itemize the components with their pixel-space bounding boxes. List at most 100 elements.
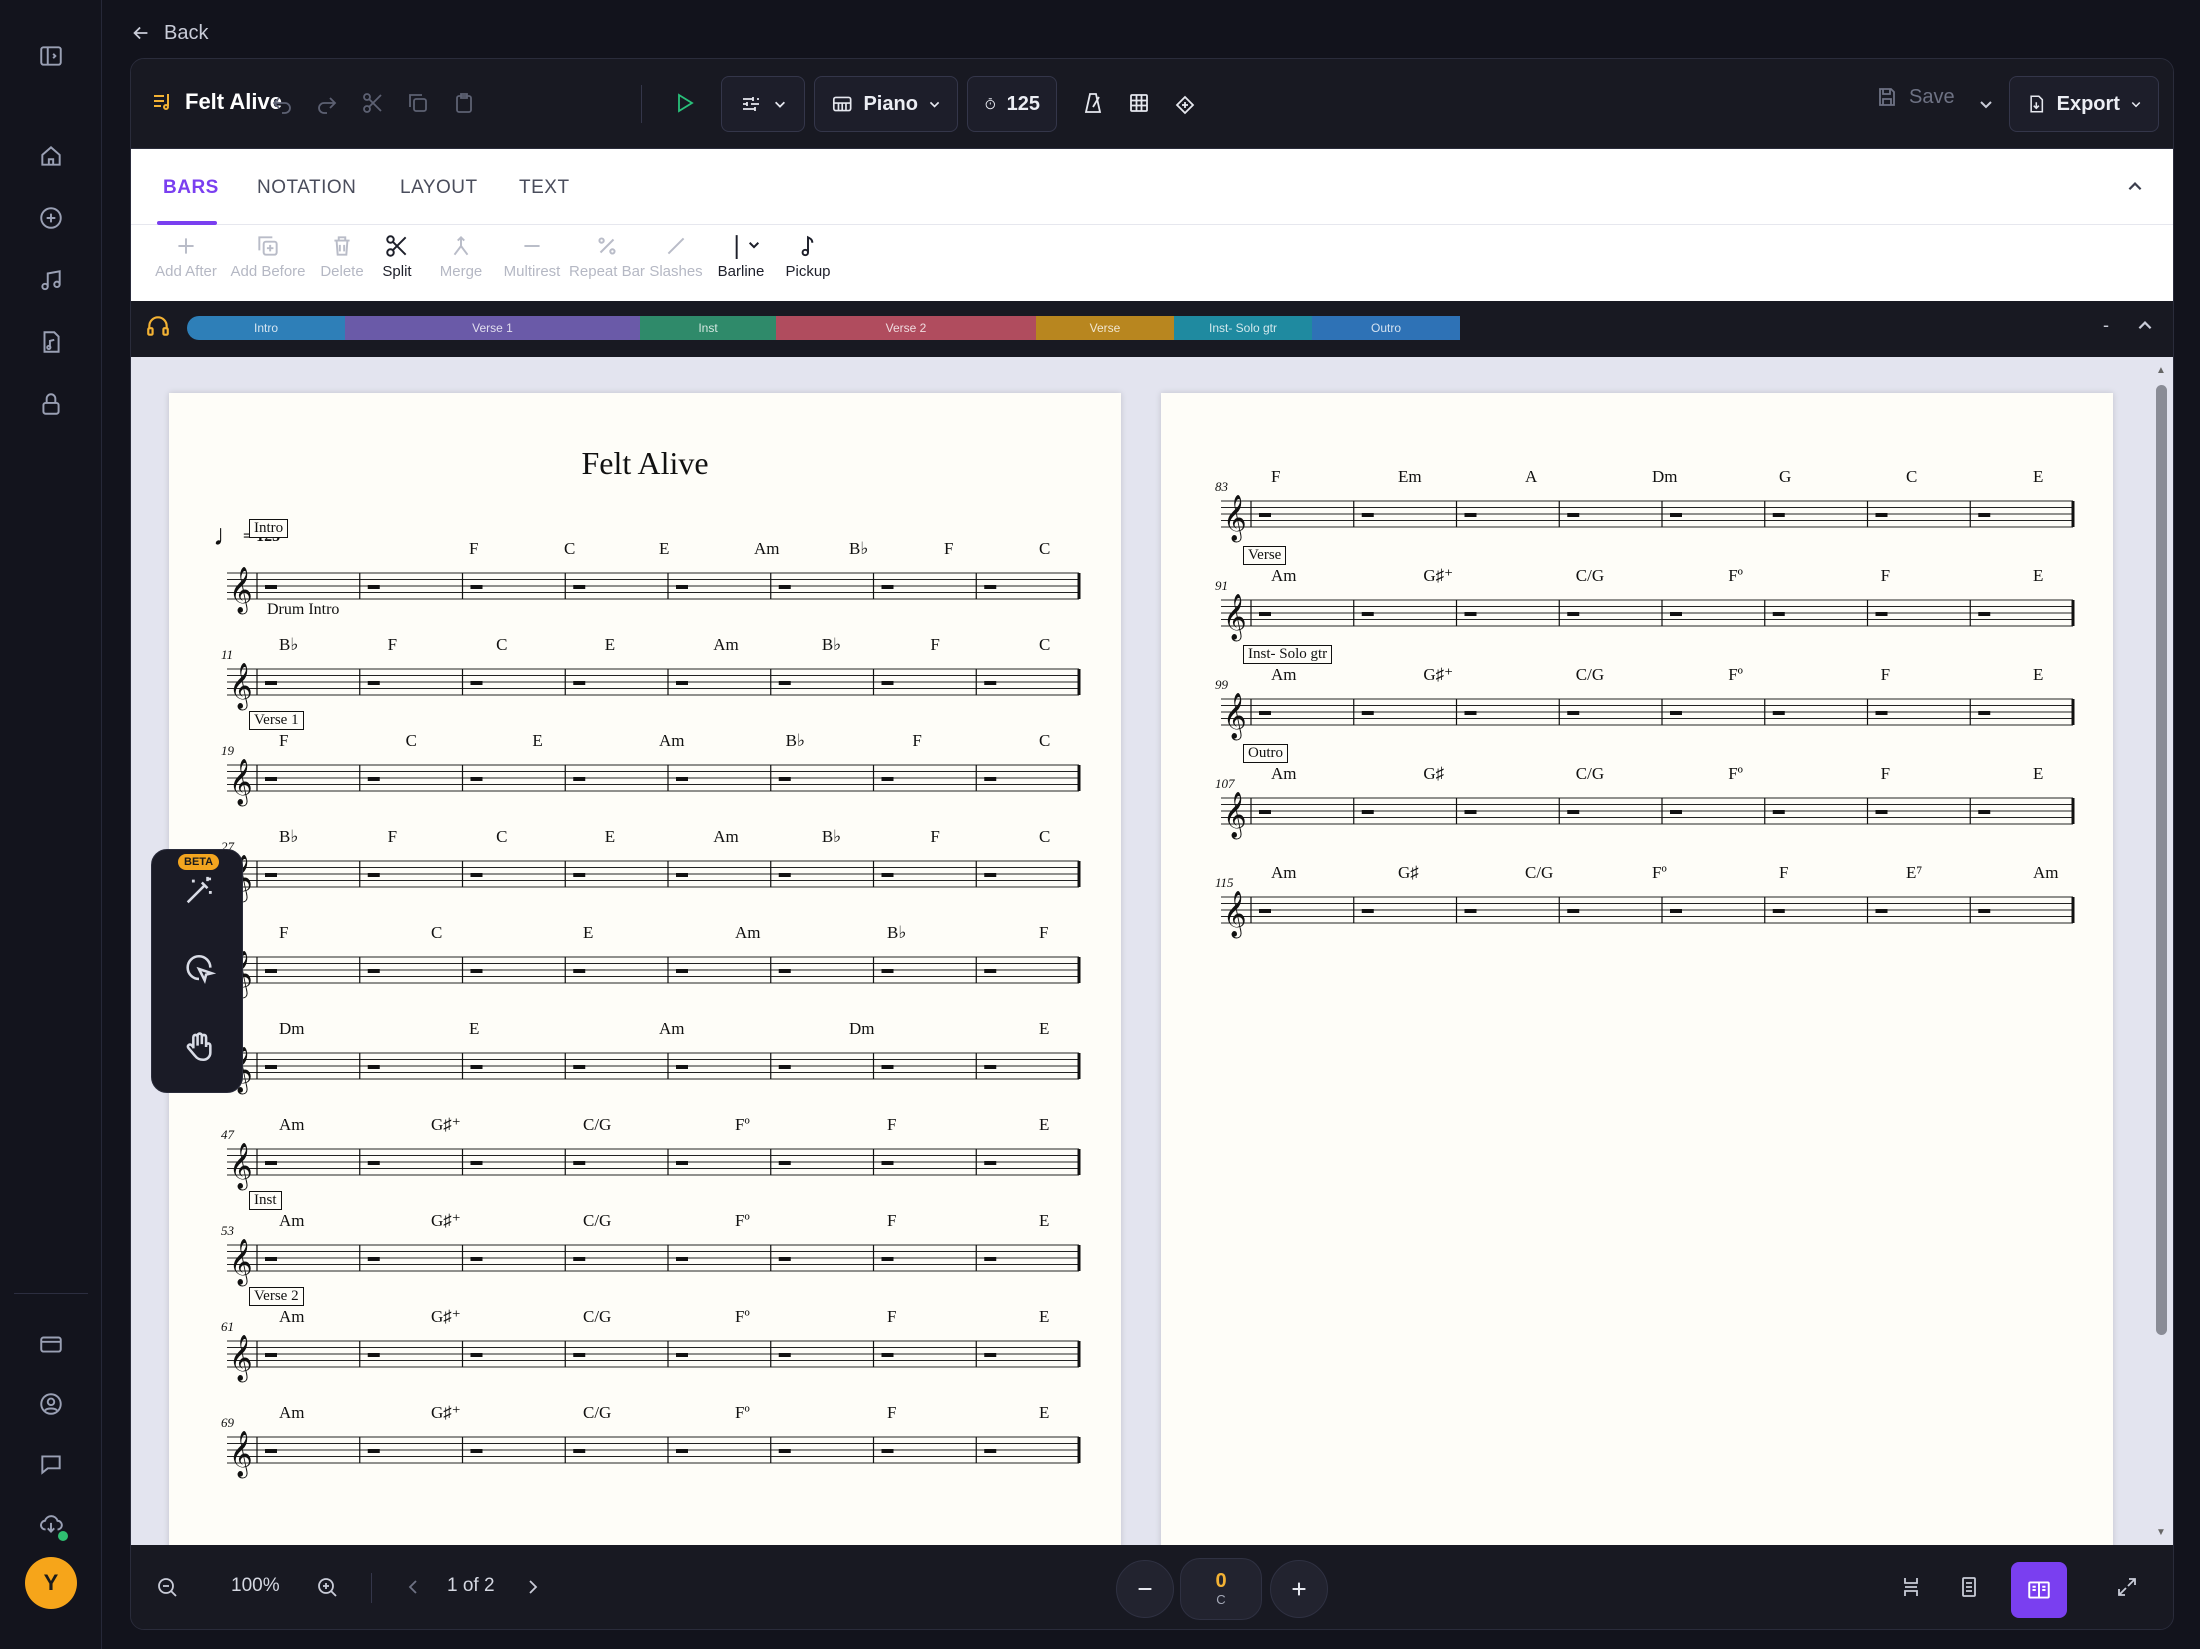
chord-symbol[interactable]: Am xyxy=(735,923,761,943)
chord-symbol[interactable]: C/G xyxy=(1576,764,1604,784)
collapse-ribbon-button[interactable] xyxy=(2121,173,2149,201)
chord-symbol[interactable]: F xyxy=(1881,566,1890,586)
rehearsal-mark[interactable]: Verse 2 xyxy=(249,1287,304,1306)
chord-symbol[interactable]: B♭ xyxy=(887,923,906,943)
save-options-button[interactable] xyxy=(1971,89,2001,119)
chord-symbol[interactable]: F xyxy=(912,731,921,751)
chord-symbol[interactable]: C/G xyxy=(1576,665,1604,685)
staff-system[interactable]: 𝄞 99 Inst- Solo gtr Am G♯⁺ C/G Fº F E xyxy=(1161,645,2113,741)
chord-symbol[interactable]: Am xyxy=(279,1211,305,1231)
chord-symbol[interactable]: Em xyxy=(1398,467,1422,487)
chord-symbol[interactable]: F xyxy=(1039,923,1048,943)
rehearsal-mark[interactable]: Verse xyxy=(1243,546,1287,565)
chord-symbol[interactable]: F xyxy=(388,635,397,655)
chord-symbol[interactable]: Fº xyxy=(1652,863,1667,883)
continuous-view-icon[interactable] xyxy=(1895,1571,1927,1603)
chord-symbol[interactable]: E xyxy=(583,923,593,943)
fullscreen-icon[interactable] xyxy=(2111,1571,2143,1603)
rehearsal-mark[interactable]: Inst xyxy=(249,1191,282,1210)
chord-symbol[interactable]: G♯⁺ xyxy=(1423,665,1453,685)
tab-text[interactable]: TEXT xyxy=(519,177,570,199)
chord-symbol[interactable]: Am xyxy=(279,1307,305,1327)
chord-symbol[interactable]: G♯⁺ xyxy=(431,1403,461,1423)
export-button[interactable]: Export xyxy=(2009,76,2159,132)
chord-symbol[interactable]: G xyxy=(1779,467,1791,487)
staff-system[interactable]: 𝄞27B♭FCEAmB♭FC xyxy=(169,813,1121,903)
instrument-dropdown[interactable]: Piano xyxy=(814,76,958,132)
vertical-scrollbar[interactable] xyxy=(2156,385,2167,1335)
chord-symbol[interactable]: Dm xyxy=(849,1019,875,1039)
section-segment[interactable]: Verse 1 xyxy=(345,316,640,340)
chord-symbol[interactable]: E xyxy=(1039,1307,1049,1327)
chord-symbol[interactable]: Am xyxy=(1271,764,1297,784)
rehearsal-mark[interactable]: Verse 1 xyxy=(249,711,304,730)
user-circle-icon[interactable] xyxy=(33,1386,69,1422)
section-segment[interactable]: Intro xyxy=(187,316,345,340)
chord-symbol[interactable]: C xyxy=(1906,467,1917,487)
chord-symbol[interactable]: Am xyxy=(1271,863,1297,883)
paste-icon[interactable] xyxy=(446,85,482,121)
section-segments[interactable]: Intro Verse 1 Inst Verse 2 Verse Inst- Solo g… xyxy=(187,316,1995,340)
select-cursor-icon[interactable] xyxy=(182,952,217,986)
chord-symbol[interactable]: E xyxy=(1039,1403,1049,1423)
chord-symbol[interactable]: C/G xyxy=(583,1115,611,1135)
chord-symbol[interactable]: E xyxy=(2033,566,2043,586)
copy-icon[interactable] xyxy=(400,85,436,121)
chord-symbol[interactable]: F xyxy=(944,539,953,559)
two-page-view-button[interactable] xyxy=(2011,1562,2067,1618)
chord-symbol[interactable]: C/G xyxy=(583,1211,611,1231)
zoom-level[interactable]: 100% xyxy=(231,1575,280,1597)
redo-icon[interactable] xyxy=(309,85,345,121)
chord-symbol[interactable]: F xyxy=(1881,764,1890,784)
mixer-dropdown[interactable] xyxy=(721,76,805,132)
chord-symbol[interactable]: Fº xyxy=(735,1115,750,1135)
staff-system[interactable]: 𝄞 53 Inst Am G♯⁺ C/G Fº F E xyxy=(169,1191,1121,1287)
chord-symbol[interactable]: C xyxy=(1039,539,1050,559)
chord-symbol[interactable]: F xyxy=(930,827,939,847)
staff-system[interactable]: 𝄞 115 Am G♯ C/G Fº F E⁷ Am xyxy=(1161,849,2113,939)
add-after-button[interactable]: Add After xyxy=(141,233,231,280)
single-page-view-icon[interactable] xyxy=(1953,1571,1985,1603)
transpose-up-button[interactable] xyxy=(1270,1560,1328,1618)
chord-symbol[interactable]: Am xyxy=(659,731,685,751)
chord-symbol[interactable]: C/G xyxy=(1576,566,1604,586)
timeline-zoom-out[interactable]: - xyxy=(2103,315,2109,336)
chord-symbol[interactable]: Am xyxy=(1271,665,1297,685)
chord-symbol[interactable]: E⁷ xyxy=(1906,863,1922,883)
chord-symbol[interactable]: G♯⁺ xyxy=(431,1115,461,1135)
magic-wand-icon[interactable] xyxy=(182,874,216,908)
transpose-display[interactable]: 0 C xyxy=(1180,1558,1262,1620)
chord-symbol[interactable]: E xyxy=(659,539,669,559)
undo-icon[interactable] xyxy=(264,85,300,121)
section-segment[interactable]: Inst- Solo gtr xyxy=(1174,316,1312,340)
headphones-icon[interactable] xyxy=(145,313,171,344)
score-viewport[interactable]: Felt Alive ♩= 125 𝄞IntroDrum IntroFCEAmB… xyxy=(131,357,2173,1545)
chord-symbol[interactable]: C xyxy=(496,635,507,655)
section-segment[interactable]: Verse 2 xyxy=(776,316,1036,340)
chord-symbol[interactable]: Fº xyxy=(1728,566,1743,586)
chord-symbol[interactable]: B♭ xyxy=(849,539,868,559)
chord-symbol[interactable]: G♯⁺ xyxy=(1423,566,1453,586)
staff-system[interactable]: 𝄞 11 B♭ F C E Am B♭ F C xyxy=(169,621,1121,711)
chord-symbol[interactable]: Am xyxy=(713,635,739,655)
pickup-button[interactable]: Pickup xyxy=(763,233,853,280)
staff-system[interactable]: 𝄞35FCEAmB♭F xyxy=(169,909,1121,999)
chord-symbol[interactable]: B♭ xyxy=(786,731,805,751)
chord-symbol[interactable]: Dm xyxy=(1652,467,1678,487)
chord-symbol[interactable]: C xyxy=(1039,635,1050,655)
cut-icon[interactable] xyxy=(355,85,391,121)
chord-symbol[interactable]: F xyxy=(279,923,288,943)
section-segment[interactable]: Verse xyxy=(1036,316,1174,340)
chord-symbol[interactable]: Dm xyxy=(279,1019,305,1039)
chord-symbol[interactable]: C xyxy=(406,731,417,751)
song-title[interactable]: Felt Alive xyxy=(151,89,282,115)
card-icon[interactable] xyxy=(33,1326,69,1362)
avatar[interactable]: Y xyxy=(25,1557,77,1609)
chord-symbol[interactable]: C xyxy=(496,827,507,847)
chord-symbol[interactable]: Am xyxy=(279,1115,305,1135)
play-icon[interactable] xyxy=(666,85,702,121)
section-segment[interactable]: Inst xyxy=(640,316,776,340)
tempo-button[interactable]: 125 xyxy=(967,76,1057,132)
chord-symbol[interactable]: F xyxy=(887,1115,896,1135)
chord-symbol[interactable]: Fº xyxy=(1728,764,1743,784)
